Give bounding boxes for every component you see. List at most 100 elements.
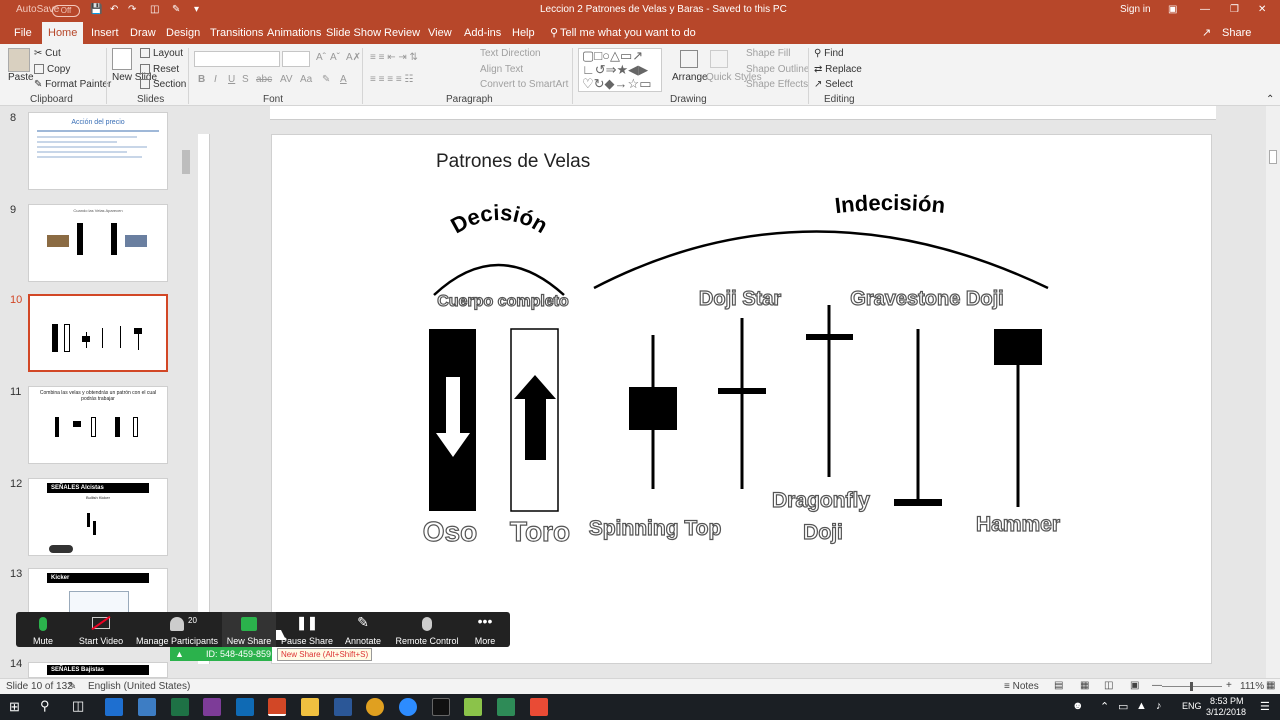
format-painter-button[interactable]: ✎ Format Painter <box>34 79 111 90</box>
customize-qat-icon[interactable]: ▾ <box>194 4 199 15</box>
format-painter-qat-icon[interactable]: ✎ <box>172 4 180 15</box>
shape-fill-button[interactable]: Shape Fill <box>746 48 790 59</box>
sign-in-link[interactable]: Sign in <box>1120 4 1151 15</box>
layout-button[interactable]: Layout <box>140 48 183 59</box>
share-icon[interactable]: ↗ <box>1196 22 1217 44</box>
convert-smartart-button[interactable]: Convert to SmartArt <box>480 79 568 90</box>
find-button[interactable]: ⚲ Find <box>814 48 844 59</box>
language-indicator[interactable]: English (United States) <box>88 681 190 692</box>
new-share-button[interactable]: New Share <box>222 612 276 647</box>
notes-button[interactable]: ≡ Notes <box>1004 681 1039 692</box>
tab-help[interactable]: Help <box>506 22 541 44</box>
tab-draw[interactable]: Draw <box>124 22 162 44</box>
remote-control-button[interactable]: Remote Control <box>394 612 460 647</box>
slide-thumbnail-13[interactable]: Kicker <box>28 568 168 614</box>
replace-button[interactable]: ⇄ Replace <box>814 64 862 75</box>
outlook-icon[interactable] <box>236 698 254 716</box>
shadow-icon[interactable]: S <box>242 74 249 85</box>
italic-icon[interactable]: I <box>214 74 217 85</box>
editor-scrollbar[interactable] <box>1266 106 1280 678</box>
font-size-increase-icon[interactable]: Aˆ <box>316 52 326 63</box>
copy-button[interactable]: Copy <box>34 64 70 75</box>
onenote-icon[interactable] <box>203 698 221 716</box>
spellcheck-icon[interactable]: ✎ <box>68 681 76 692</box>
bold-icon[interactable]: B <box>198 74 205 85</box>
font-color-icon[interactable]: A <box>340 74 347 85</box>
align-icons[interactable]: ≡ ≡ ≡ ≡ ☷ <box>370 74 413 85</box>
shapes-gallery[interactable]: ▢□○△▭↗ ∟↺⇒★◀▶ ♡↻◆→☆▭ <box>578 48 662 92</box>
slide-canvas[interactable]: Patrones de Velas Decisión Indecisión Cu… <box>271 134 1212 664</box>
redo-icon[interactable]: ↷ <box>128 4 136 15</box>
app-green-icon[interactable] <box>497 698 515 716</box>
action-center-icon[interactable]: ☰ <box>1260 700 1270 713</box>
autosave-toggle[interactable]: Off <box>52 5 80 17</box>
clock-date[interactable]: 3/12/2018 <box>1206 707 1246 717</box>
more-button[interactable]: ••• More <box>464 612 506 647</box>
align-text-button[interactable]: Align Text <box>480 64 523 75</box>
strikethrough-icon[interactable]: abc <box>256 74 272 85</box>
language-tray[interactable]: ENG <box>1182 701 1202 711</box>
normal-view-icon[interactable]: ▤ <box>1054 680 1063 691</box>
task-view-icon[interactable]: ◫ <box>72 698 84 714</box>
xm-icon[interactable] <box>432 698 450 716</box>
start-video-button[interactable]: Start Video <box>72 612 130 647</box>
char-spacing-icon[interactable]: AV <box>280 74 293 85</box>
thumbnail-scroll-thumb[interactable] <box>182 150 190 174</box>
section-button[interactable]: Section <box>140 79 186 90</box>
file-explorer-icon[interactable] <box>301 698 319 716</box>
app-red-icon[interactable] <box>530 698 548 716</box>
tray-up-icon[interactable]: ⌃ <box>1100 700 1109 713</box>
volume-icon[interactable]: ♪ <box>1156 700 1162 712</box>
clock-time[interactable]: 8:53 PM <box>1210 696 1244 706</box>
tab-animations[interactable]: Animations <box>261 22 327 44</box>
minimize-icon[interactable]: — <box>1200 4 1210 15</box>
new-slide-icon[interactable] <box>112 48 132 70</box>
undo-icon[interactable]: ↶ <box>110 4 118 15</box>
tab-transitions[interactable]: Transitions <box>204 22 269 44</box>
fit-slide-icon[interactable]: ▦ <box>1266 680 1275 691</box>
arrange-button[interactable]: Arrange <box>672 72 708 83</box>
tab-view[interactable]: View <box>422 22 458 44</box>
tell-me-search[interactable]: Tell me what you want to do <box>554 22 702 44</box>
tab-slide-show[interactable]: Slide Show <box>320 22 387 44</box>
calculator-icon[interactable] <box>138 698 156 716</box>
wifi-icon[interactable]: ▲ <box>1136 700 1147 712</box>
pause-share-button[interactable]: ❚❚ Pause Share <box>280 612 334 647</box>
manage-participants-button[interactable]: 20 Manage Participants <box>136 612 218 647</box>
reset-button[interactable]: Reset <box>140 64 179 75</box>
zoom-icon[interactable] <box>399 698 417 716</box>
annotate-button[interactable]: ✎ Annotate <box>338 612 388 647</box>
chrome-icon[interactable] <box>366 698 384 716</box>
zoom-out-icon[interactable]: — <box>1152 680 1162 691</box>
excel-icon[interactable] <box>171 698 189 716</box>
slide-thumbnail-9[interactable]: Cuando las Velas Aparecen <box>28 204 168 282</box>
close-icon[interactable]: ✕ <box>1258 4 1266 15</box>
share-button[interactable]: Share <box>1216 22 1257 44</box>
tab-review[interactable]: Review <box>378 22 426 44</box>
highlight-icon[interactable]: ✎ <box>322 74 330 85</box>
windows-start-icon[interactable]: ⊞ <box>9 699 20 715</box>
tab-file[interactable]: File <box>8 22 38 44</box>
text-direction-button[interactable]: Text Direction <box>480 48 541 59</box>
paste-icon[interactable] <box>8 48 30 72</box>
zoom-slider-thumb[interactable] <box>1190 682 1193 691</box>
ribbon-display-icon[interactable]: ▣ <box>1168 4 1177 15</box>
slide-thumbnail-11[interactable]: Combina las velas y obtendrás un patrón … <box>28 386 168 464</box>
tab-insert[interactable]: Insert <box>85 22 125 44</box>
bullets-icon[interactable]: ≡ ≡ ⇤ ⇥ ⇅ <box>370 52 418 63</box>
restore-icon[interactable]: ❐ <box>1230 4 1239 15</box>
camtasia-icon[interactable] <box>464 698 482 716</box>
people-icon[interactable]: ☻ <box>1072 700 1084 712</box>
tab-design[interactable]: Design <box>160 22 206 44</box>
slide-thumbnail-10[interactable] <box>28 294 168 372</box>
word-icon[interactable] <box>334 698 352 716</box>
slide-sorter-icon[interactable]: ▦ <box>1080 680 1089 691</box>
slide-thumbnail-14[interactable]: SEÑALES Bajistas <box>28 662 168 678</box>
zoom-level[interactable]: 111% <box>1240 681 1264 692</box>
shape-outline-button[interactable]: Shape Outline <box>746 64 809 75</box>
reading-view-icon[interactable]: ◫ <box>1104 680 1113 691</box>
collapse-ribbon-icon[interactable]: ⌃ <box>1266 94 1274 105</box>
tab-add-ins[interactable]: Add-ins <box>458 22 507 44</box>
powerpoint-icon[interactable] <box>268 698 286 716</box>
edge-icon[interactable] <box>105 698 123 716</box>
